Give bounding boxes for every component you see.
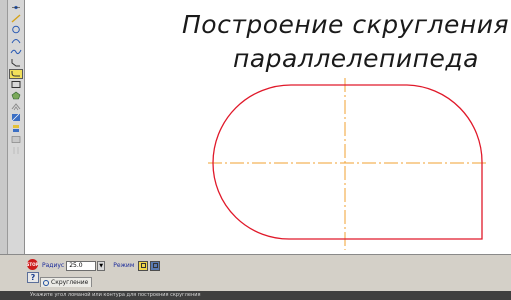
radius-dropdown-button[interactable]: ▼ xyxy=(97,260,106,271)
grid-tool-button[interactable] xyxy=(9,146,23,156)
help-button[interactable]: ? xyxy=(27,272,39,283)
left-edge-panel xyxy=(0,0,7,254)
status-bar: Укажите угол ломаной или контура для пос… xyxy=(0,291,511,300)
property-bar: STOP ? Радиус 25.0 ▼ Режим Скругление xyxy=(0,254,511,291)
geometry-toolbar xyxy=(7,0,25,254)
arc-tool-button[interactable] xyxy=(9,36,23,46)
chevron-down-icon: ▼ xyxy=(99,262,104,269)
drawing-canvas[interactable]: Построение скругления параллелепипеда xyxy=(26,0,511,254)
chamfer-tool-button[interactable] xyxy=(9,58,23,68)
no-trim-mode-icon xyxy=(152,263,158,268)
polygon-icon xyxy=(11,91,21,100)
fillet-drawing xyxy=(208,78,488,250)
tab-fillet[interactable]: Скругление xyxy=(40,277,93,287)
chamfer-icon xyxy=(11,59,20,67)
grid-icon xyxy=(13,147,19,154)
line-icon xyxy=(11,14,21,23)
fillet-tab-icon xyxy=(43,279,49,286)
point-icon xyxy=(12,5,20,10)
spline-tool-button[interactable] xyxy=(9,47,23,57)
text-icon xyxy=(11,136,21,143)
radius-label: Радиус xyxy=(42,262,65,269)
point-tool-button[interactable] xyxy=(9,3,23,13)
arc-icon xyxy=(11,39,21,44)
rectangle-icon xyxy=(11,81,21,88)
circle-icon xyxy=(12,25,20,34)
help-label: ? xyxy=(30,273,36,282)
circle-tool-button[interactable] xyxy=(9,25,23,35)
dimension-tool-button[interactable] xyxy=(9,124,23,134)
stop-button[interactable]: STOP xyxy=(27,259,38,270)
radius-input[interactable]: 25.0 xyxy=(66,260,97,271)
dimension-icon xyxy=(13,125,19,132)
hatch-tool-button[interactable] xyxy=(9,113,23,123)
polygon-tool-button[interactable] xyxy=(9,91,23,101)
fillet-tool-button[interactable] xyxy=(9,68,23,79)
fillet-icon xyxy=(11,71,20,77)
trim-mode-icon xyxy=(140,263,146,268)
stop-label: STOP xyxy=(26,262,39,267)
mode-label: Режим xyxy=(113,262,135,269)
line-tool-button[interactable] xyxy=(9,14,23,24)
mode-no-trim-button[interactable] xyxy=(150,260,161,271)
radius-field-row: Радиус 25.0 ▼ Режим xyxy=(42,260,161,271)
tab-fillet-label: Скругление xyxy=(51,279,89,286)
offset-icon xyxy=(11,103,21,111)
spline-icon xyxy=(10,49,22,55)
rounded-contour xyxy=(212,84,483,240)
rectangle-tool-button[interactable] xyxy=(9,80,23,90)
hatch-icon xyxy=(11,113,20,122)
mode-trim-button[interactable] xyxy=(138,260,149,271)
text-tool-button[interactable] xyxy=(9,135,23,145)
offset-tool-button[interactable] xyxy=(9,102,23,112)
